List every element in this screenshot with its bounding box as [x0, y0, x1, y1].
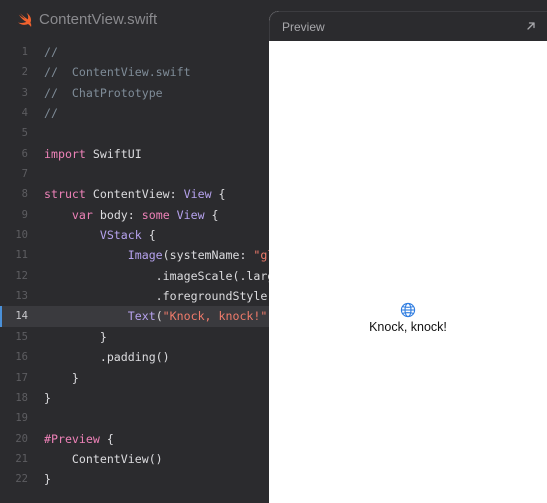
line-number: 10: [15, 229, 28, 242]
line-number: 8: [21, 188, 28, 201]
code-token: ContentView(): [44, 451, 163, 466]
code-text[interactable]: Image(systemName: "gl: [44, 245, 275, 265]
code-token: //: [44, 106, 58, 121]
line-number: 1: [21, 46, 28, 58]
code-text[interactable]: import SwiftUI: [44, 144, 142, 164]
line-number: 13: [15, 290, 28, 303]
preview-header: Preview: [269, 11, 547, 41]
code-token: Image: [127, 248, 163, 263]
code-text[interactable]: }: [44, 327, 107, 347]
code-token: some: [141, 207, 170, 222]
code-token: //: [44, 45, 58, 59]
code-token: SwiftUI: [85, 146, 142, 161]
code-token: View: [176, 207, 205, 222]
code-text[interactable]: }: [44, 469, 51, 489]
code-text[interactable]: //: [44, 42, 58, 62]
line-number: 18: [15, 391, 28, 404]
code-text[interactable]: //: [44, 103, 58, 123]
line-number: 14: [15, 310, 28, 323]
code-text[interactable]: }: [44, 388, 51, 408]
code-text[interactable]: Text("Knock, knock!"): [44, 306, 275, 326]
line-number: 20: [15, 432, 28, 445]
preview-body[interactable]: Knock, knock!: [269, 41, 547, 503]
line-number: 15: [15, 330, 28, 343]
file-tab-title[interactable]: ContentView.swift: [39, 11, 157, 28]
line-number: 5: [21, 127, 28, 140]
line-number: 19: [15, 412, 28, 425]
expand-arrow-icon[interactable]: [525, 20, 537, 32]
code-token: (: [155, 309, 163, 324]
code-token: }: [44, 329, 107, 344]
code-text[interactable]: #Preview {: [44, 429, 114, 449]
code-token: "Knock, knock!": [162, 309, 268, 324]
code-token: var: [71, 207, 93, 222]
code-token: // ContentView.swift: [44, 65, 191, 80]
code-text[interactable]: struct ContentView: View {: [44, 184, 226, 204]
code-text[interactable]: // ChatPrototype: [44, 83, 163, 103]
swift-icon: [18, 12, 32, 27]
code-token: #Preview: [44, 431, 100, 446]
preview-canvas: Preview Knock, knock!: [269, 11, 547, 503]
code-text[interactable]: // ContentView.swift: [44, 62, 191, 82]
code-token: {: [99, 431, 114, 446]
line-number: 6: [21, 147, 28, 160]
code-text[interactable]: .padding(): [44, 347, 170, 367]
preview-title: Preview: [282, 20, 325, 34]
line-number: 21: [15, 452, 28, 465]
globe-icon: [400, 302, 416, 318]
code-token: (systemName:: [162, 248, 254, 263]
code-token: {: [141, 228, 156, 243]
line-number: 16: [15, 351, 28, 364]
line-number: 17: [15, 371, 28, 384]
code-token: import: [44, 146, 86, 161]
code-token: struct: [44, 187, 86, 202]
code-token: .imageScale(.larg: [44, 268, 275, 283]
code-token: VStack: [99, 228, 142, 243]
code-text[interactable]: ContentView(): [44, 449, 163, 469]
line-number: 11: [15, 249, 28, 262]
code-token: .foregroundStyle(: [44, 289, 275, 304]
line-number: 12: [15, 269, 28, 282]
code-token: }: [44, 390, 51, 405]
code-token: body:: [92, 207, 142, 222]
code-token: .padding(): [44, 350, 170, 365]
line-number: 4: [21, 107, 28, 120]
code-text[interactable]: var body: some View {: [44, 205, 219, 225]
line-number: 22: [15, 473, 28, 486]
code-token: // ChatPrototype: [44, 85, 163, 100]
code-token: {: [211, 187, 226, 202]
code-token: Text: [127, 309, 156, 324]
code-token: }: [44, 370, 79, 385]
line-number: 3: [21, 86, 28, 99]
line-number: 7: [21, 168, 28, 181]
code-text[interactable]: }: [44, 368, 79, 388]
code-token: View: [183, 187, 212, 202]
code-text[interactable]: .foregroundStyle(: [44, 286, 275, 306]
preview-knock-text: Knock, knock!: [369, 320, 447, 334]
code-token: {: [204, 207, 219, 222]
code-text[interactable]: VStack {: [44, 225, 156, 245]
code-token: ContentView:: [85, 187, 184, 202]
code-text[interactable]: .imageScale(.larg: [44, 266, 275, 286]
code-token: }: [44, 472, 51, 487]
line-number: 9: [21, 208, 28, 221]
line-number: 2: [21, 66, 28, 79]
